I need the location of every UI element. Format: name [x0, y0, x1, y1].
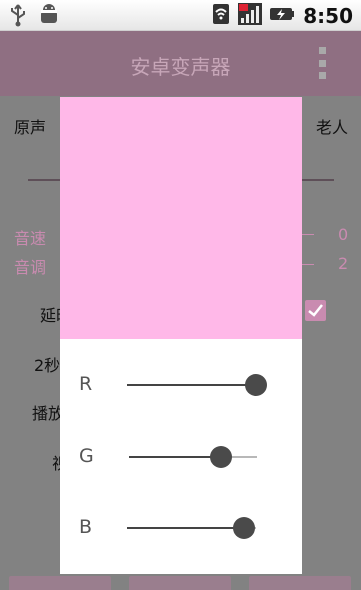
slider-b-fill — [127, 527, 245, 529]
slider-r-thumb[interactable] — [245, 374, 267, 396]
two-seconds-label: 2秒 — [34, 356, 60, 375]
slider-row-r: R — [60, 365, 302, 405]
voice-original-label[interactable]: 原声 — [14, 114, 46, 138]
voice-old-label[interactable]: 老人 — [316, 114, 348, 138]
seekbar-left-segment — [28, 179, 60, 181]
slider-r-fill — [127, 384, 256, 386]
fourth-label: 视 — [52, 450, 60, 474]
pitch-label: 音调 — [14, 258, 47, 277]
delay-checkbox[interactable] — [305, 300, 326, 321]
signal-icon — [237, 2, 263, 30]
wifi-icon — [211, 2, 231, 30]
color-picker-dialog: R G B — [60, 97, 302, 574]
slider-g-fill — [129, 456, 222, 458]
overflow-menu-icon[interactable] — [317, 47, 327, 79]
seekbar-right-segment — [302, 179, 334, 181]
slider-b[interactable] — [127, 517, 256, 539]
speed-bar-tail — [302, 234, 314, 235]
slider-row-b: B — [60, 508, 302, 548]
bottom-button-2[interactable] — [129, 576, 231, 590]
slider-row-g: G — [60, 437, 302, 477]
speed-value: 0 — [338, 225, 349, 244]
clock-time: 8:50 — [303, 4, 353, 28]
speed-label: 音速 — [14, 229, 47, 248]
usb-icon — [8, 3, 28, 31]
status-bar: 8:50 — [0, 0, 361, 31]
android-debug-icon — [38, 3, 60, 31]
app-title-bar: 安卓变声器 — [0, 31, 361, 96]
color-preview — [60, 97, 302, 339]
slider-g[interactable] — [129, 446, 257, 468]
delay-label: 延时 — [40, 306, 60, 325]
slider-g-thumb[interactable] — [210, 446, 233, 468]
slider-label-g: G — [79, 445, 94, 467]
play-label: 播放 — [32, 404, 60, 423]
bottom-button-1[interactable] — [9, 576, 111, 590]
pitch-bar-tail — [302, 264, 314, 265]
slider-r[interactable] — [127, 374, 267, 396]
slider-label-b: B — [79, 516, 93, 538]
slider-b-thumb[interactable] — [233, 517, 256, 539]
pitch-value: 2 — [338, 254, 349, 273]
check-icon — [308, 304, 323, 317]
battery-charging-icon — [269, 2, 295, 30]
app-title: 安卓变声器 — [130, 55, 231, 79]
slider-label-r: R — [79, 373, 93, 395]
bottom-button-3[interactable] — [249, 576, 351, 590]
